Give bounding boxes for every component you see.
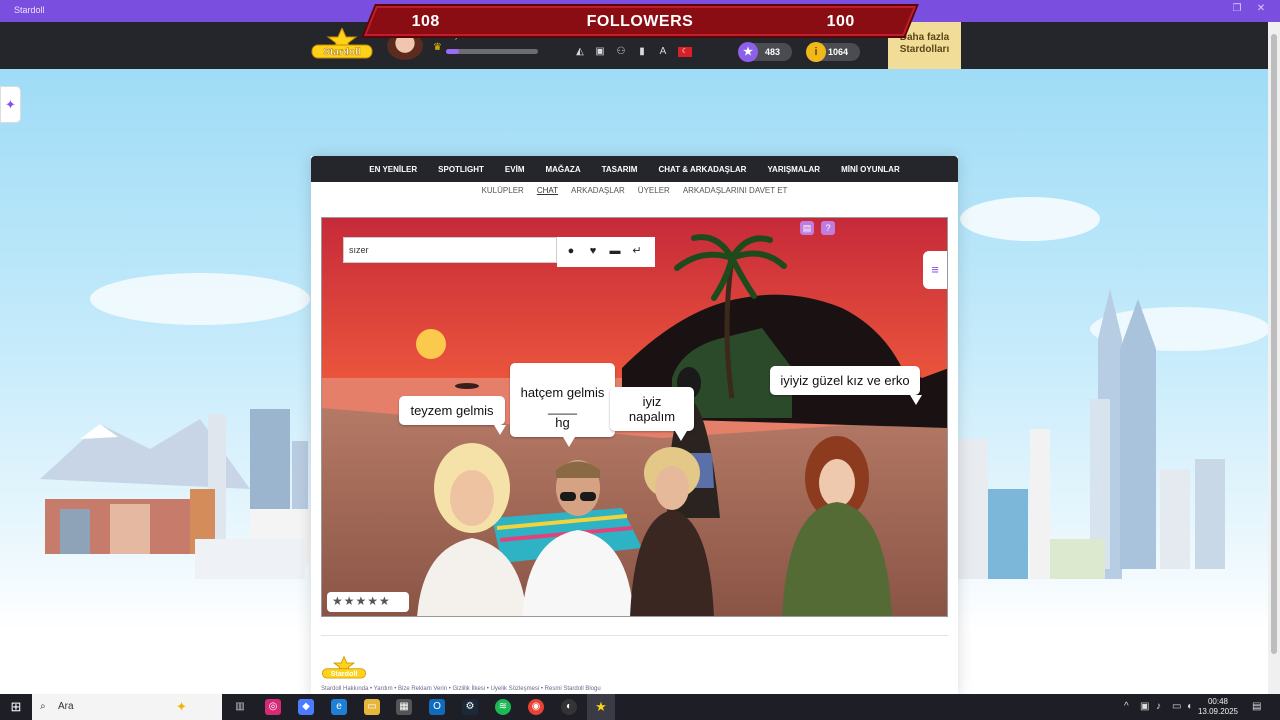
steam-icon[interactable]: ⚙ (462, 699, 478, 715)
stardollars-balance[interactable]: ★ 483 (738, 42, 792, 62)
copilot-sparkle-icon[interactable]: ✦ (176, 699, 187, 715)
svg-text:Stardoll: Stardoll (331, 670, 358, 678)
bell-icon[interactable]: ◭ (574, 46, 586, 58)
nav-item-home[interactable]: EVİM (505, 165, 525, 174)
followers-left-count: 108 (411, 13, 440, 30)
footer-links[interactable]: Stardoll Hakkında • Yardım • Bize Reklam… (321, 686, 601, 692)
sparkle-icon: ✦ (5, 97, 16, 112)
chat-room-scene[interactable]: ▤ ? ● ♥ ▬ ↵ ≡ teyzem gelmis hatçem gelmi… (321, 217, 948, 617)
chat-icon[interactable]: ▣ (594, 46, 606, 58)
font-icon[interactable]: A (657, 46, 669, 58)
chat-bubble: teyzem gelmis (399, 396, 506, 435)
stardoll-taskbar-icon[interactable]: ★ (593, 699, 609, 715)
sub-nav: KULÜPLER CHAT ARKADAŞLAR ÜYELER ARKADAŞL… (311, 186, 958, 200)
nav-item-spotlight[interactable]: SPOTLIGHT (438, 165, 484, 174)
nav-item-mini-games[interactable]: MİNİ OYUNLAR (841, 165, 900, 174)
windows-taskbar: ⊞ ⌕ Ara ✦ ▥ ◎ ◆ e ▭ ▦ O ⚙ ≋ ◉ ◐ ★ ^ ▣ ♪ ▭… (0, 694, 1280, 720)
gift-icon[interactable]: ▤ (800, 221, 814, 235)
chrome-icon[interactable]: ◉ (528, 699, 544, 715)
instagram-icon[interactable]: ◎ (265, 699, 281, 715)
side-panel-toggle[interactable]: ✦ (0, 86, 21, 123)
subnav-item-clubs[interactable]: KULÜPLER (482, 186, 524, 200)
nav-item-contests[interactable]: YARIŞMALAR (767, 165, 820, 174)
chat-bubble: iyiyiz güzel kız ve erko (770, 366, 922, 405)
tray-app-icon[interactable]: ▣ (1140, 701, 1149, 712)
room-rating[interactable]: ★★★★★ (327, 592, 409, 612)
nav-item-new[interactable]: EN YENİLER (369, 165, 417, 174)
obs-icon[interactable]: ◐ (561, 699, 577, 715)
xp-progress-bar (446, 49, 538, 54)
star-coin-icon: ★ (738, 42, 758, 62)
footer-stardoll-logo[interactable]: Stardoll (321, 656, 367, 680)
restore-icon[interactable]: ❐ (1228, 3, 1246, 17)
chat-message-input[interactable] (343, 237, 557, 263)
turkey-flag-icon[interactable]: ☾ (678, 47, 692, 57)
nav-item-design[interactable]: TASARIM (602, 165, 638, 174)
hamburger-menu-icon[interactable]: ≡ (923, 251, 947, 289)
speech-bubble-icon[interactable]: ● (563, 245, 579, 257)
user-avatar[interactable] (387, 32, 423, 60)
help-icon[interactable]: ? (821, 221, 835, 235)
taskbar-search[interactable]: ⌕ Ara (32, 694, 222, 720)
system-clock[interactable]: 00:48 13.09.2025 (1196, 697, 1240, 717)
scrollbar-thumb[interactable] (1271, 34, 1277, 654)
subnav-item-members[interactable]: ÜYELER (638, 186, 670, 200)
microphone-icon[interactable]: ♪ (1156, 701, 1161, 712)
outlook-icon[interactable]: O (429, 699, 445, 715)
volume-icon[interactable]: ◖ (1186, 701, 1192, 712)
gold-coin-icon: i (806, 42, 826, 62)
nav-item-chat-friends[interactable]: CHAT & ARKADAŞLAR (658, 165, 746, 174)
copilot-icon[interactable]: ◆ (298, 699, 314, 715)
nav-item-shop[interactable]: MAĞAZA (545, 165, 580, 174)
notifications-icon[interactable]: ▤ (1252, 701, 1261, 712)
coins-balance[interactable]: i 1064 (806, 42, 860, 62)
chat-bubble: iyiz napalım (610, 387, 694, 441)
friends-icon[interactable]: ⚇ (615, 46, 627, 58)
chat-tools: ● ♥ ▬ ↵ (557, 237, 655, 267)
main-panel: EN YENİLER SPOTLIGHT EVİM MAĞAZA TASARIM… (311, 156, 958, 696)
main-nav: EN YENİLER SPOTLIGHT EVİM MAĞAZA TASARIM… (311, 156, 958, 182)
subnav-item-friends[interactable]: ARKADAŞLAR (571, 186, 625, 200)
subnav-item-chat[interactable]: CHAT (537, 186, 558, 200)
followers-banner: 108 FOLLOWERS 100 (363, 6, 917, 36)
file-explorer-icon[interactable]: ▭ (364, 699, 380, 715)
spotify-icon[interactable]: ≋ (495, 699, 511, 715)
bookmark-icon[interactable]: ▮ (636, 46, 648, 58)
enter-icon[interactable]: ↵ (629, 245, 645, 257)
windows-start-icon[interactable]: ⊞ (0, 694, 32, 720)
camera-icon[interactable]: ▬ (607, 245, 623, 257)
search-icon: ⌕ (40, 701, 46, 712)
tray-chevron-icon[interactable]: ^ (1124, 701, 1129, 712)
close-icon[interactable]: ✕ (1252, 3, 1270, 17)
network-icon[interactable]: ▭ (1172, 701, 1181, 712)
subnav-item-invite[interactable]: ARKADAŞLARINI DAVET ET (683, 186, 788, 200)
followers-label: FOLLOWERS (586, 13, 694, 30)
heart-icon[interactable]: ♥ (585, 245, 601, 257)
edge-icon[interactable]: e (331, 699, 347, 715)
svg-text:Stardoll: Stardoll (323, 47, 360, 58)
store-icon[interactable]: ▦ (396, 699, 412, 715)
window-title: Stardoll (14, 5, 45, 15)
crown-icon: ♛ (433, 42, 442, 53)
followers-right-count: 100 (826, 13, 855, 30)
page-scrollbar[interactable] (1268, 22, 1280, 694)
task-view-icon[interactable]: ▥ (232, 699, 248, 715)
chat-bubble: hatçem gelmis ____ hg (510, 363, 615, 447)
xp-progress-fill (446, 49, 459, 54)
footer-divider (321, 635, 948, 636)
